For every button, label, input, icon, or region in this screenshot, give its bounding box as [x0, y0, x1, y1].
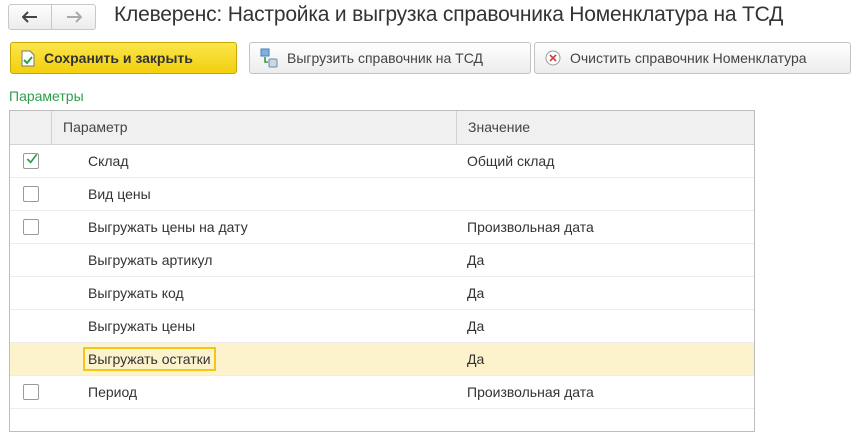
arrow-right-icon [66, 11, 82, 23]
row-value-cell[interactable]: Да [456, 318, 754, 334]
table-row[interactable]: Склад Общий склад [10, 145, 754, 178]
back-button[interactable] [8, 4, 52, 30]
row-parameter-name: Вид цены [88, 186, 151, 202]
row-parameter-cell[interactable]: Выгружать код [51, 285, 456, 301]
row-parameter-cell[interactable]: Выгружать остатки [51, 347, 456, 371]
row-value-cell[interactable]: Да [456, 252, 754, 268]
clear-nomenclature-button[interactable]: Очистить справочник Номенклатура [534, 42, 851, 74]
column-header-value[interactable]: Значение [457, 111, 754, 144]
checkbox-column-header [10, 111, 52, 144]
row-parameter-name: Склад [88, 153, 129, 169]
row-checkbox-cell [10, 153, 51, 169]
window-title: Клеверенс: Настройка и выгрузка справочн… [114, 3, 784, 26]
table-row[interactable]: Выгружать артикул Да [10, 244, 754, 277]
forward-button[interactable] [52, 4, 96, 30]
table-row[interactable]: Выгружать код Да [10, 277, 754, 310]
row-parameter-cell[interactable]: Выгружать цены на дату [51, 219, 456, 235]
upload-device-icon [260, 48, 278, 68]
row-value-cell[interactable]: Общий склад [456, 153, 754, 169]
row-parameter-cell[interactable]: Период [51, 384, 456, 400]
clear-nomenclature-label: Очистить справочник Номенклатура [570, 50, 807, 66]
upload-to-tsd-button[interactable]: Выгрузить справочник на ТСД [249, 42, 531, 74]
column-header-parameter[interactable]: Параметр [52, 111, 457, 144]
save-and-close-label: Сохранить и закрыть [44, 50, 193, 66]
arrow-left-icon [22, 11, 37, 23]
row-checkbox[interactable] [22, 384, 39, 400]
row-parameter-name: Выгружать цены [88, 318, 196, 334]
row-parameter-cell[interactable]: Выгружать цены [51, 318, 456, 334]
row-checkbox-cell [10, 384, 51, 400]
clear-icon [545, 50, 561, 66]
row-value-cell[interactable]: Да [456, 285, 754, 301]
row-parameter-name: Выгружать код [88, 285, 184, 301]
row-value-cell[interactable]: Произвольная дата [456, 219, 754, 235]
row-value-cell[interactable]: Да [456, 351, 754, 367]
row-parameter-name: Выгружать цены на дату [88, 219, 248, 235]
row-parameter-name: Выгружать артикул [88, 252, 213, 268]
checkmark-icon [26, 153, 37, 164]
parameters-group-label: Параметры [9, 88, 84, 104]
row-parameter-cell[interactable]: Вид цены [51, 186, 456, 202]
row-parameter-name: Выгружать остатки [83, 347, 216, 371]
row-checkbox[interactable] [22, 219, 39, 235]
table-body: Склад Общий склад Вид цены Выгружать цены н… [10, 145, 754, 409]
row-checkbox-cell [10, 219, 51, 235]
row-parameter-cell[interactable]: Склад [51, 153, 456, 169]
row-parameter-cell[interactable]: Выгружать артикул [51, 252, 456, 268]
navigation-buttons [8, 4, 96, 30]
row-checkbox[interactable] [22, 186, 39, 202]
save-and-close-button[interactable]: Сохранить и закрыть [10, 42, 237, 74]
document-save-icon [21, 50, 35, 67]
table-row[interactable]: Выгружать цены Да [10, 310, 754, 343]
parameters-table: Параметр Значение Склад Общий склад Вид це… [9, 110, 755, 432]
row-checkbox[interactable] [22, 153, 39, 169]
table-header: Параметр Значение [10, 111, 754, 145]
row-value-cell[interactable]: Произвольная дата [456, 384, 754, 400]
table-row[interactable]: Вид цены [10, 178, 754, 211]
row-parameter-name: Период [88, 384, 138, 400]
table-row[interactable]: Период Произвольная дата [10, 376, 754, 409]
table-row[interactable]: Выгружать цены на дату Произвольная дата [10, 211, 754, 244]
upload-to-tsd-label: Выгрузить справочник на ТСД [287, 50, 483, 66]
table-row[interactable]: Выгружать остатки Да [10, 343, 754, 376]
row-checkbox-cell [10, 186, 51, 202]
